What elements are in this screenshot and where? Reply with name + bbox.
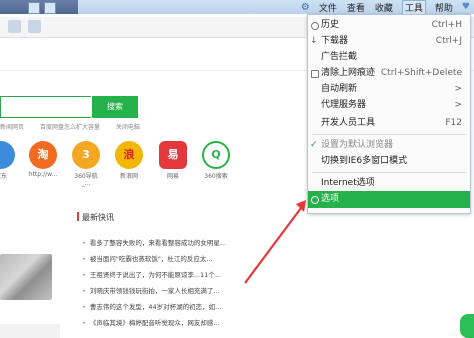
menu-item-proxy[interactable]: 代理服务器 >: [308, 97, 470, 113]
app-shortcuts: 京东 淘 http://w... 3 360导航_... 浪 新浪网 易 网易 …: [0, 141, 300, 187]
menu-item-devtools[interactable]: 开发人员工具 F12: [308, 115, 470, 131]
window-button-icon[interactable]: [28, 2, 40, 14]
news-item[interactable]: 被当面问"吃霸也蒸软饭"，杜江的反应太...: [82, 251, 252, 267]
favorite-icon[interactable]: [28, 20, 41, 33]
app-label: 新浪网: [119, 173, 138, 180]
app-taobao[interactable]: 淘 http://w...: [28, 141, 58, 178]
shirt-icon[interactable]: ♥: [462, 2, 470, 12]
menu-item-auto-refresh[interactable]: 自动刷新 >: [308, 81, 470, 97]
news-item[interactable]: 刘晓庆带领钱钱玩街拍，一家人长相充满了...: [82, 283, 252, 299]
app-label: 360搜索: [204, 173, 228, 180]
news-list: 看多了整容失败的，来看看整容成功的女明星... 被当面问"吃霸也蒸软饭"，杜江的…: [82, 235, 252, 331]
search-button[interactable]: 搜索: [92, 96, 138, 118]
app-netease[interactable]: 易 网易: [158, 141, 188, 180]
menu-item-ie6-mode[interactable]: 切换到IE6多窗口模式: [308, 153, 470, 169]
news-item[interactable]: 王祖贤终于说出了，为何不能原谅李...11个...: [82, 267, 252, 283]
gear-icon[interactable]: ⚙: [301, 2, 310, 13]
menu-bar: ⚙ 文件 查看 收藏 工具 帮助 ♥: [301, 0, 470, 15]
app-label: 京东: [0, 173, 7, 180]
search-input[interactable]: [0, 96, 91, 118]
netease-icon: 易: [159, 141, 187, 169]
menu-item-set-default[interactable]: ✓ 设置为默认浏览器: [308, 137, 470, 153]
app-label: http://w...: [28, 171, 58, 178]
news-item[interactable]: 《声临其境》梅婷配音听觉现众，网友却感...: [82, 315, 252, 331]
app-label: 网易: [166, 173, 179, 180]
menu-item-downloads[interactable]: ↓ 下载器 Ctrl+J: [308, 33, 470, 49]
favorite-icon[interactable]: [8, 20, 21, 33]
app-label: 360导航_...: [74, 173, 98, 187]
clock-icon: [311, 22, 319, 30]
menu-item-history[interactable]: 历史 Ctrl+H: [308, 17, 470, 33]
tools-dropdown-menu: 历史 Ctrl+H ↓ 下载器 Ctrl+J 广告拦截 清除上网痕迹 Ctrl+…: [307, 14, 471, 214]
menu-separator: [312, 134, 466, 135]
news-section-title: 最新快讯: [82, 213, 114, 222]
menu-item-internet-options[interactable]: Internet选项: [308, 175, 470, 191]
menu-view[interactable]: 查看: [346, 1, 366, 14]
menu-help[interactable]: 帮助: [434, 1, 454, 14]
360-icon: 3: [72, 141, 100, 169]
section-marker: [77, 212, 79, 221]
app-jd[interactable]: 京东: [0, 141, 16, 180]
menu-file[interactable]: 文件: [318, 1, 338, 14]
menu-tools[interactable]: 工具: [401, 0, 426, 15]
floating-ball-icon[interactable]: [460, 314, 474, 338]
menu-item-options[interactable]: 选项: [308, 191, 470, 208]
menu-separator: [312, 172, 466, 173]
chevron-right-icon: >: [454, 84, 462, 94]
news-image[interactable]: [0, 254, 52, 300]
browser-titlebar: ⚙ 文件 查看 收藏 工具 帮助 ♥: [0, 0, 474, 15]
menu-favorites[interactable]: 收藏: [374, 1, 394, 14]
checkmark-icon: ✓: [310, 140, 318, 150]
app-sina[interactable]: 浪 新浪网: [114, 141, 144, 180]
app-360search[interactable]: Q 360搜索: [201, 141, 231, 180]
taobao-icon: 淘: [29, 141, 57, 169]
window-button-icon[interactable]: [44, 2, 56, 14]
menu-item-clear-traces[interactable]: 清除上网痕迹 Ctrl+Shift+Delete: [308, 65, 470, 81]
360search-icon: Q: [202, 141, 230, 169]
app-360nav[interactable]: 3 360导航_...: [71, 141, 101, 187]
chevron-right-icon: >: [454, 100, 462, 110]
trash-icon: [311, 70, 319, 78]
hot-link[interactable]: 新闻网页: [0, 124, 24, 131]
news-item[interactable]: 曹志伟的这个发型，44岁对杯湖的初恋，如...: [82, 299, 252, 315]
hot-link[interactable]: 百度网盘怎么扩大容量: [40, 124, 100, 131]
download-icon: ↓: [310, 36, 318, 46]
tab-strip: [0, 0, 78, 14]
menu-item-adblock[interactable]: 广告拦截: [308, 49, 470, 65]
sina-icon: 浪: [115, 141, 143, 169]
gear-icon: [311, 196, 319, 204]
hot-link[interactable]: 关闭电脑: [116, 124, 140, 131]
news-item[interactable]: 看多了整容失败的，来看看整容成功的女明星...: [82, 235, 252, 251]
app-icon: [0, 141, 15, 169]
hot-links: 新闻网页 百度网盘怎么扩大容量 关闭电脑: [0, 122, 300, 131]
status-bar: [0, 324, 60, 338]
